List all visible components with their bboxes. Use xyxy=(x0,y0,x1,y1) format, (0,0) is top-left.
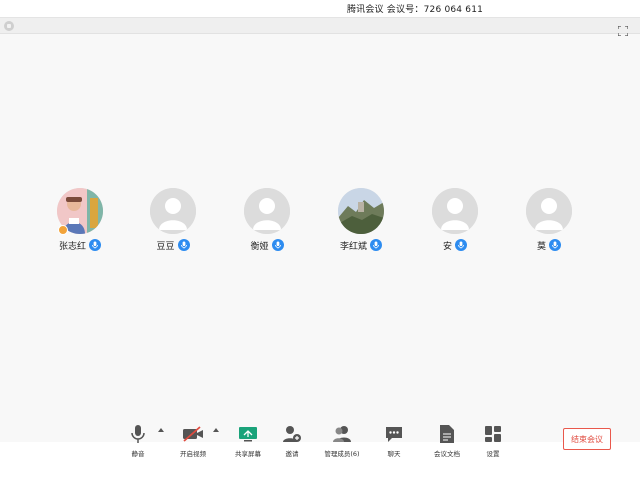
start-video-button[interactable]: 开启视频 xyxy=(169,422,217,460)
participant-tile[interactable]: 张志红 xyxy=(40,188,120,252)
participant-tile[interactable]: 李红斌 xyxy=(321,188,401,252)
host-badge-icon xyxy=(58,225,68,235)
meeting-docs-button[interactable]: 会议文档 xyxy=(423,422,471,460)
participant-tile[interactable]: 豆豆 xyxy=(133,188,213,252)
participant-tile[interactable]: 衡娅 xyxy=(227,188,307,252)
participant-name: 豆豆 xyxy=(156,241,175,252)
avatar xyxy=(338,188,384,234)
share-screen-icon xyxy=(237,424,259,444)
participant-name: 张志红 xyxy=(58,241,86,252)
participant-tile[interactable]: 安 xyxy=(415,188,495,252)
top-strip xyxy=(0,18,640,37)
chat-label: 聊天 xyxy=(387,450,401,458)
members-label: 管理成员(6) xyxy=(324,450,360,458)
microphone-icon xyxy=(127,424,149,444)
video-label: 开启视频 xyxy=(180,450,206,458)
participant-name: 李红斌 xyxy=(339,241,367,252)
mute-button[interactable]: 静音 xyxy=(114,422,162,460)
mic-on-icon xyxy=(549,239,561,251)
video-off-icon xyxy=(182,424,204,444)
fullscreen-icon[interactable] xyxy=(617,21,629,37)
manage-members-button[interactable]: 管理成员(6) xyxy=(318,422,366,460)
participant-name: 衡娅 xyxy=(250,241,269,252)
invite-button[interactable]: 邀请 xyxy=(268,422,316,460)
share-label: 共享屏幕 xyxy=(235,450,261,458)
participant-grid: 张志红 豆豆 衡娅 李红斌 安 莫 xyxy=(0,188,640,258)
invite-user-icon xyxy=(281,424,303,444)
title-bar: 腾讯会议 会议号：726 064 611 xyxy=(0,0,640,18)
window-title: 腾讯会议 会议号：726 064 611 xyxy=(346,5,484,15)
avatar xyxy=(150,188,196,234)
participant-name: 安 xyxy=(442,241,452,252)
meeting-toolbar: 静音 开启视频 共享屏幕 邀请 管理成员(6) 聊天 会议文档 设置 结束会议 xyxy=(0,422,640,460)
security-shield-icon[interactable] xyxy=(4,21,14,31)
mute-options-caret-icon[interactable] xyxy=(158,428,164,432)
mic-on-icon xyxy=(271,239,284,251)
settings-label: 设置 xyxy=(486,450,500,458)
meeting-area: 张志红 豆豆 衡娅 李红斌 安 莫 静音 开启视频 共享屏幕 邀请 管理成员(6… xyxy=(0,18,640,458)
settings-button[interactable]: 设置 xyxy=(469,422,517,460)
mic-on-icon xyxy=(370,239,382,251)
participant-tile[interactable]: 莫 xyxy=(509,188,589,252)
mic-on-icon xyxy=(177,239,190,251)
video-options-caret-icon[interactable] xyxy=(213,428,219,432)
invite-label: 邀请 xyxy=(285,450,299,458)
share-screen-button[interactable]: 共享屏幕 xyxy=(224,422,272,460)
mic-on-icon xyxy=(455,239,467,251)
settings-grid-icon xyxy=(482,424,504,444)
document-icon xyxy=(436,424,458,444)
mic-on-icon xyxy=(89,239,101,251)
mute-label: 静音 xyxy=(131,450,145,458)
avatar xyxy=(526,188,572,234)
avatar xyxy=(432,188,478,234)
chat-icon xyxy=(383,424,405,444)
avatar xyxy=(244,188,290,234)
end-meeting-button[interactable]: 结束会议 xyxy=(563,428,611,450)
members-icon xyxy=(331,424,353,444)
chat-button[interactable]: 聊天 xyxy=(370,422,418,460)
docs-label: 会议文档 xyxy=(434,450,460,458)
participant-name: 莫 xyxy=(536,241,546,252)
